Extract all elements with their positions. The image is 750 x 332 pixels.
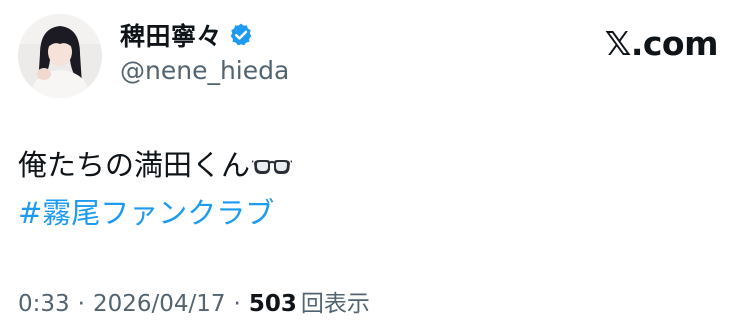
avatar[interactable] <box>18 14 102 98</box>
profile-photo <box>18 14 102 98</box>
meta-separator: · <box>77 291 85 317</box>
x-logo: 𝕏.com <box>604 24 719 63</box>
tweet-text: 俺たちの満田くん <box>18 142 293 184</box>
display-name[interactable]: 稗田寧々 <box>120 17 222 53</box>
author-handle[interactable]: @nene_hieda <box>120 56 289 85</box>
verified-badge-icon <box>228 22 254 48</box>
hashtag-link[interactable]: #霧尾ファンクラブ <box>18 190 274 232</box>
views-count[interactable]: 503 <box>249 291 297 317</box>
views-label: 回表示 <box>300 291 370 317</box>
meta-separator: · <box>233 291 241 317</box>
tweet-text-content: 俺たちの満田くん <box>18 148 251 182</box>
author-name-row[interactable]: 稗田寧々 <box>120 18 254 52</box>
tweet-time[interactable]: 0:33 <box>18 291 70 317</box>
tweet-date[interactable]: 2026/04/17 <box>93 291 226 317</box>
tweet-meta: 0:33 · 2026/04/17 · 503 回表示 <box>18 284 370 318</box>
glasses-icon <box>251 152 293 174</box>
